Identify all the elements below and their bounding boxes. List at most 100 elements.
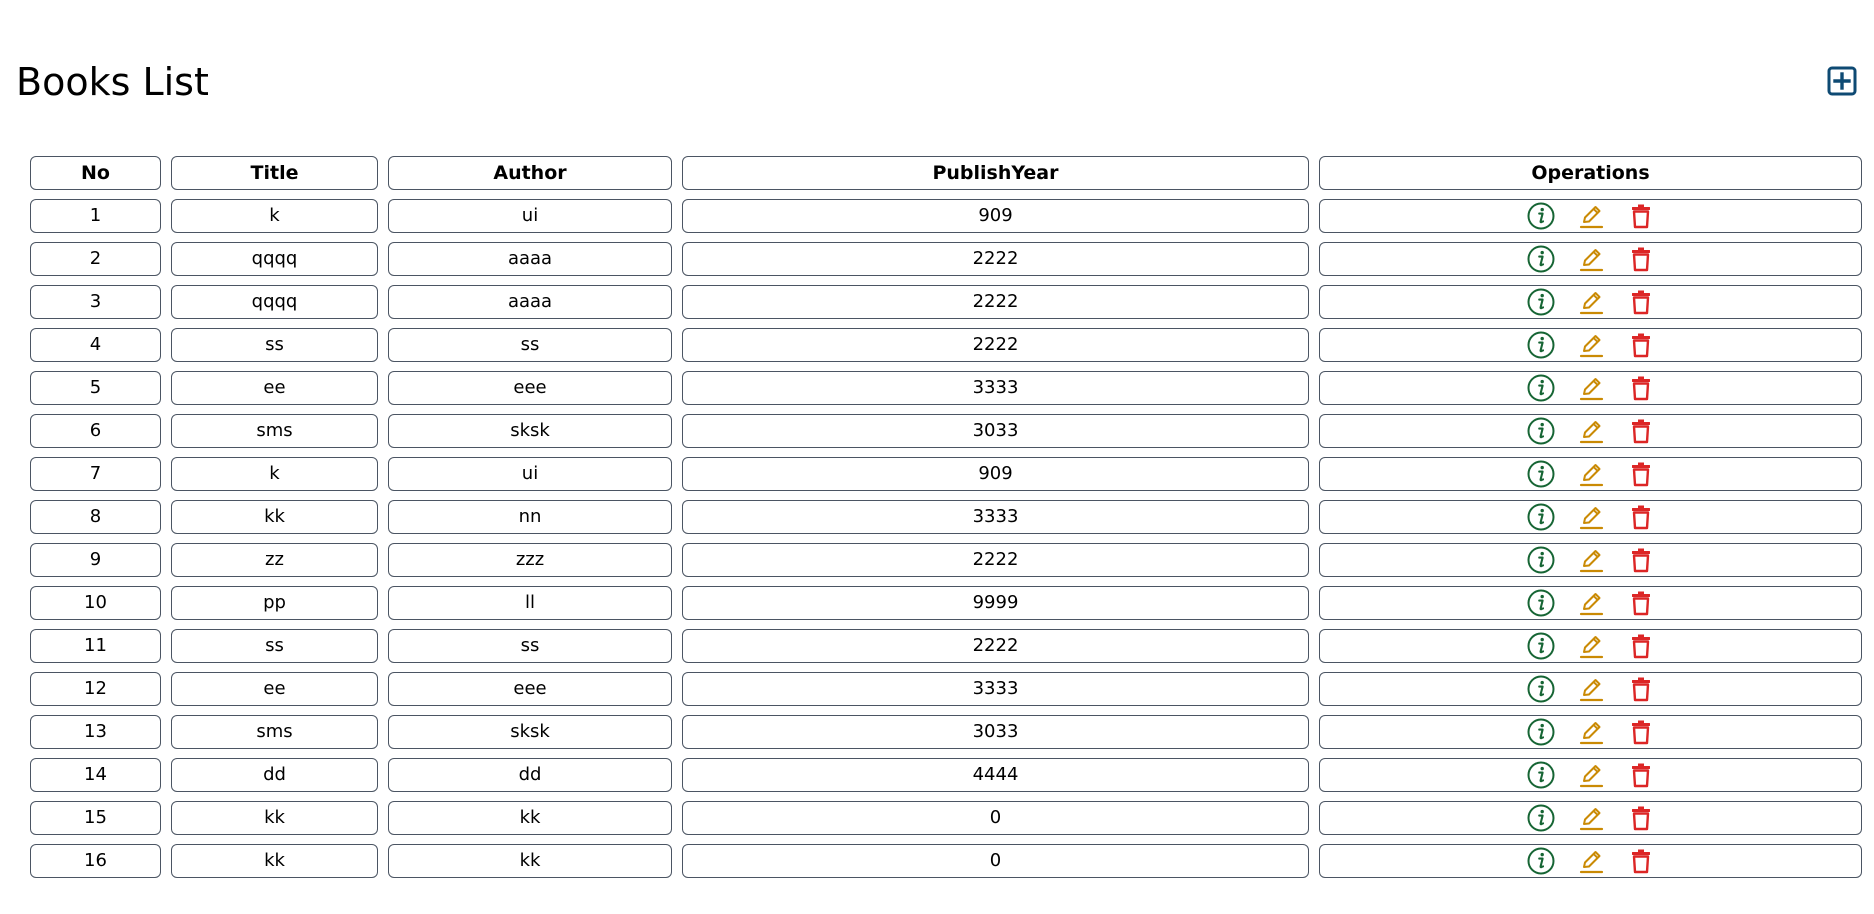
edit-book-button[interactable] [1576,502,1606,532]
book-details-button[interactable] [1526,760,1556,790]
delete-book-button[interactable] [1626,545,1656,575]
delete-book-button[interactable] [1626,502,1656,532]
header-title: Title [171,156,378,190]
book-details-button[interactable] [1526,416,1556,446]
pencil-icon [1579,808,1603,831]
trash-icon [1631,505,1650,530]
edit-book-button[interactable] [1576,803,1606,833]
info-circle-icon [1527,847,1554,875]
cell-author: aaaa [388,242,672,276]
trash-icon [1631,204,1650,229]
trash-icon [1631,849,1650,874]
delete-book-button[interactable] [1626,330,1656,360]
delete-book-button[interactable] [1626,674,1656,704]
edit-book-button[interactable] [1576,846,1606,876]
pencil-icon [1579,593,1603,616]
edit-book-button[interactable] [1576,588,1606,618]
pencil-icon [1579,636,1603,659]
cell-publish-year: 9999 [682,586,1309,620]
operations-group [1320,329,1861,361]
add-book-button[interactable] [1827,66,1857,96]
cell-publish-year: 2222 [682,328,1309,362]
table-row: 13 sms sksk 3033 [30,715,1862,749]
cell-publish-year: 2222 [682,629,1309,663]
cell-author: dd [388,758,672,792]
delete-book-button[interactable] [1626,459,1656,489]
delete-book-button[interactable] [1626,846,1656,876]
info-circle-icon [1527,546,1554,574]
book-details-button[interactable] [1526,674,1556,704]
book-details-button[interactable] [1526,287,1556,317]
book-details-button[interactable] [1526,588,1556,618]
cell-operations [1319,500,1862,534]
cell-operations [1319,199,1862,233]
edit-book-button[interactable] [1576,459,1606,489]
delete-book-button[interactable] [1626,287,1656,317]
operations-group [1320,845,1861,877]
book-details-button[interactable] [1526,717,1556,747]
cell-no: 1 [30,199,161,233]
info-circle-icon [1527,288,1554,316]
edit-book-button[interactable] [1576,545,1606,575]
edit-book-button[interactable] [1576,631,1606,661]
cell-no: 14 [30,758,161,792]
cell-operations [1319,371,1862,405]
delete-book-button[interactable] [1626,373,1656,403]
delete-book-button[interactable] [1626,631,1656,661]
cell-title: sms [171,414,378,448]
cell-publish-year: 2222 [682,543,1309,577]
edit-book-button[interactable] [1576,330,1606,360]
delete-book-button[interactable] [1626,416,1656,446]
book-details-button[interactable] [1526,803,1556,833]
delete-book-button[interactable] [1626,803,1656,833]
edit-book-button[interactable] [1576,244,1606,274]
cell-no: 15 [30,801,161,835]
delete-book-button[interactable] [1626,244,1656,274]
cell-no: 16 [30,844,161,878]
cell-no: 5 [30,371,161,405]
delete-book-button[interactable] [1626,760,1656,790]
book-details-button[interactable] [1526,459,1556,489]
header-no: No [30,156,161,190]
book-details-button[interactable] [1526,545,1556,575]
table-row: 6 sms sksk 3033 [30,414,1862,448]
info-circle-icon [1527,632,1554,660]
book-details-button[interactable] [1526,330,1556,360]
table-row: 3 qqqq aaaa 2222 [30,285,1862,319]
table-row: 12 ee eee 3333 [30,672,1862,706]
table-row: 9 zz zzz 2222 [30,543,1862,577]
cell-author: kk [388,801,672,835]
cell-title: qqqq [171,285,378,319]
book-details-button[interactable] [1526,631,1556,661]
edit-book-button[interactable] [1576,373,1606,403]
cell-publish-year: 909 [682,199,1309,233]
cell-publish-year: 4444 [682,758,1309,792]
cell-author: ll [388,586,672,620]
table-row: 11 ss ss 2222 [30,629,1862,663]
edit-book-button[interactable] [1576,287,1606,317]
delete-book-button[interactable] [1626,717,1656,747]
table-row: 2 qqqq aaaa 2222 [30,242,1862,276]
edit-book-button[interactable] [1576,760,1606,790]
delete-book-button[interactable] [1626,201,1656,231]
book-details-button[interactable] [1526,373,1556,403]
book-details-button[interactable] [1526,502,1556,532]
trash-icon [1631,376,1650,401]
edit-book-button[interactable] [1576,674,1606,704]
table-row: 14 dd dd 4444 [30,758,1862,792]
delete-book-button[interactable] [1626,588,1656,618]
cell-no: 8 [30,500,161,534]
pencil-icon [1579,206,1603,229]
book-details-button[interactable] [1526,244,1556,274]
operations-group [1320,415,1861,447]
info-circle-icon [1527,202,1554,230]
edit-book-button[interactable] [1576,717,1606,747]
edit-book-button[interactable] [1576,201,1606,231]
book-details-button[interactable] [1526,201,1556,231]
cell-author: ui [388,457,672,491]
cell-publish-year: 0 [682,844,1309,878]
cell-operations [1319,543,1862,577]
cell-author: ui [388,199,672,233]
edit-book-button[interactable] [1576,416,1606,446]
book-details-button[interactable] [1526,846,1556,876]
